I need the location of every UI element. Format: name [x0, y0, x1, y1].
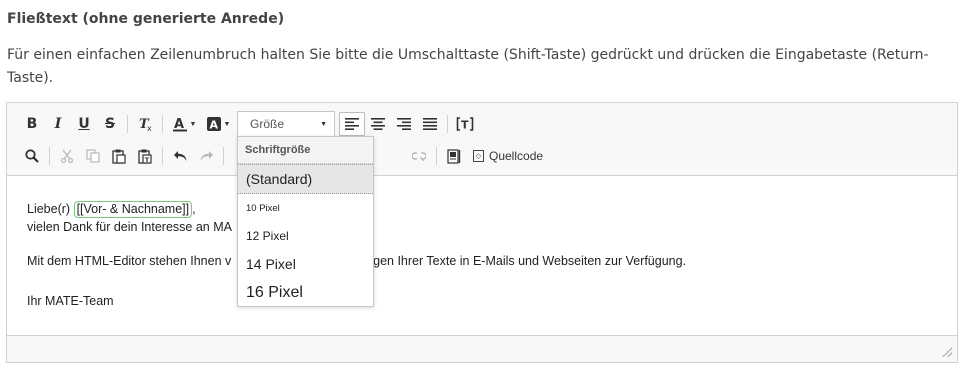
justify-icon — [423, 118, 437, 130]
strikethrough-button[interactable]: S — [97, 112, 123, 136]
toolbar-separator — [162, 115, 163, 133]
paste-icon — [112, 149, 126, 164]
align-right-icon — [397, 118, 411, 130]
cut-icon — [60, 149, 74, 163]
editor-toolbar: B I U S T x A ▼ A ▼ Größe ▼ T T ◇ Quellc… — [7, 103, 957, 176]
chevron-down-icon: ▼ — [320, 120, 327, 128]
toolbar-separator — [162, 147, 163, 165]
paragraph-left: Mit dem HTML-Editor stehen Ihnen v — [27, 254, 232, 268]
chevron-down-icon: ▼ — [223, 120, 231, 128]
source-icon: ◇ — [473, 150, 484, 162]
remove-format-button[interactable]: T x — [132, 112, 158, 136]
align-center-icon — [371, 118, 385, 130]
align-right-button[interactable] — [391, 112, 417, 136]
font-size-dropdown-header: Schriftgröße — [238, 137, 373, 164]
section-title: Fließtext (ohne generierte Anrede) — [7, 11, 285, 27]
italic-button[interactable]: I — [45, 112, 71, 136]
paragraph-right: tellungen Ihrer Texte in E-Mails und Web… — [343, 254, 687, 268]
redo-button[interactable] — [193, 144, 219, 168]
paste-button[interactable] — [106, 144, 132, 168]
copy-button[interactable] — [80, 144, 106, 168]
font-size-combo-label: Größe — [250, 117, 285, 131]
toolbar-separator — [436, 147, 437, 165]
underline-button[interactable]: U — [71, 112, 97, 136]
background-color-icon: A — [206, 117, 221, 132]
unlink-button[interactable] — [406, 144, 432, 168]
page-icon — [447, 148, 461, 164]
bold-button[interactable]: B — [19, 112, 45, 136]
toolbar-separator — [223, 147, 224, 165]
align-left-icon — [345, 118, 359, 130]
toolbar-separator — [49, 147, 50, 165]
text-color-button[interactable]: A ▼ — [167, 112, 201, 136]
greeting-prefix: Liebe(r) — [27, 202, 71, 216]
paragraph-line: Mit dem HTML-Editor stehen Ihnen v tellun… — [27, 252, 947, 270]
resize-handle-icon[interactable] — [942, 347, 952, 357]
text-color-icon: A — [172, 117, 187, 132]
greeting-line: Liebe(r) [[Vor- & Nachname]], — [27, 200, 947, 218]
remove-format-icon: T x — [139, 117, 152, 132]
svg-text:T: T — [461, 119, 469, 132]
signature-line: Ihr MATE-Team — [27, 294, 114, 308]
undo-button[interactable] — [167, 144, 193, 168]
name-placeholder-tag[interactable]: [[Vor- & Nachname]] — [73, 201, 193, 218]
toolbar-separator — [127, 115, 128, 133]
source-button[interactable]: ◇ Quellcode — [467, 149, 549, 163]
font-size-option-12[interactable]: 12 Pixel — [238, 222, 373, 250]
background-color-button[interactable]: A ▼ — [201, 112, 235, 136]
rich-text-editor: B I U S T x A ▼ A ▼ Größe ▼ T T ◇ Quellc… — [6, 102, 958, 363]
paste-text-icon: T — [138, 149, 152, 163]
font-size-combo[interactable]: Größe ▼ — [237, 111, 335, 137]
align-left-button[interactable] — [339, 112, 365, 136]
placeholder-button[interactable]: T — [452, 112, 478, 136]
cut-button[interactable] — [54, 144, 80, 168]
svg-text:x: x — [147, 124, 152, 132]
paste-text-button[interactable]: T — [132, 144, 158, 168]
placeholder-icon: T — [456, 117, 474, 132]
editor-content[interactable]: Liebe(r) [[Vor- & Nachname]], vielen Dan… — [27, 200, 947, 310]
line-break-hint: Für einen einfachen Zeilenumbruch halten… — [7, 47, 929, 86]
find-button[interactable] — [19, 144, 45, 168]
toolbar-separator — [447, 115, 448, 133]
page-button[interactable] — [441, 144, 467, 168]
copy-icon — [86, 149, 100, 163]
font-size-option-14[interactable]: 14 Pixel — [238, 250, 373, 278]
justify-button[interactable] — [417, 112, 443, 136]
font-size-option-16[interactable]: 16 Pixel — [238, 278, 373, 308]
align-center-button[interactable] — [365, 112, 391, 136]
svg-text:A: A — [209, 119, 218, 132]
font-size-option-10[interactable]: 10 Pixel — [238, 194, 373, 222]
redo-icon — [200, 151, 213, 161]
greeting-suffix: , — [192, 202, 196, 216]
chevron-down-icon: ▼ — [189, 120, 197, 128]
svg-text:T: T — [145, 155, 150, 163]
unlink-icon — [412, 152, 426, 162]
editor-statusbar — [7, 335, 957, 362]
toolbar-row-1: B I U S T x A ▼ A ▼ Größe ▼ T — [19, 111, 478, 137]
undo-icon — [173, 151, 186, 161]
font-size-option-default[interactable]: (Standard) — [238, 164, 373, 194]
thanks-line: vielen Dank für dein Interesse an MA — [27, 220, 232, 234]
font-size-dropdown: Schriftgröße (Standard) 10 Pixel 12 Pixe… — [237, 136, 374, 307]
source-label: Quellcode — [489, 149, 544, 163]
search-icon — [25, 149, 39, 163]
